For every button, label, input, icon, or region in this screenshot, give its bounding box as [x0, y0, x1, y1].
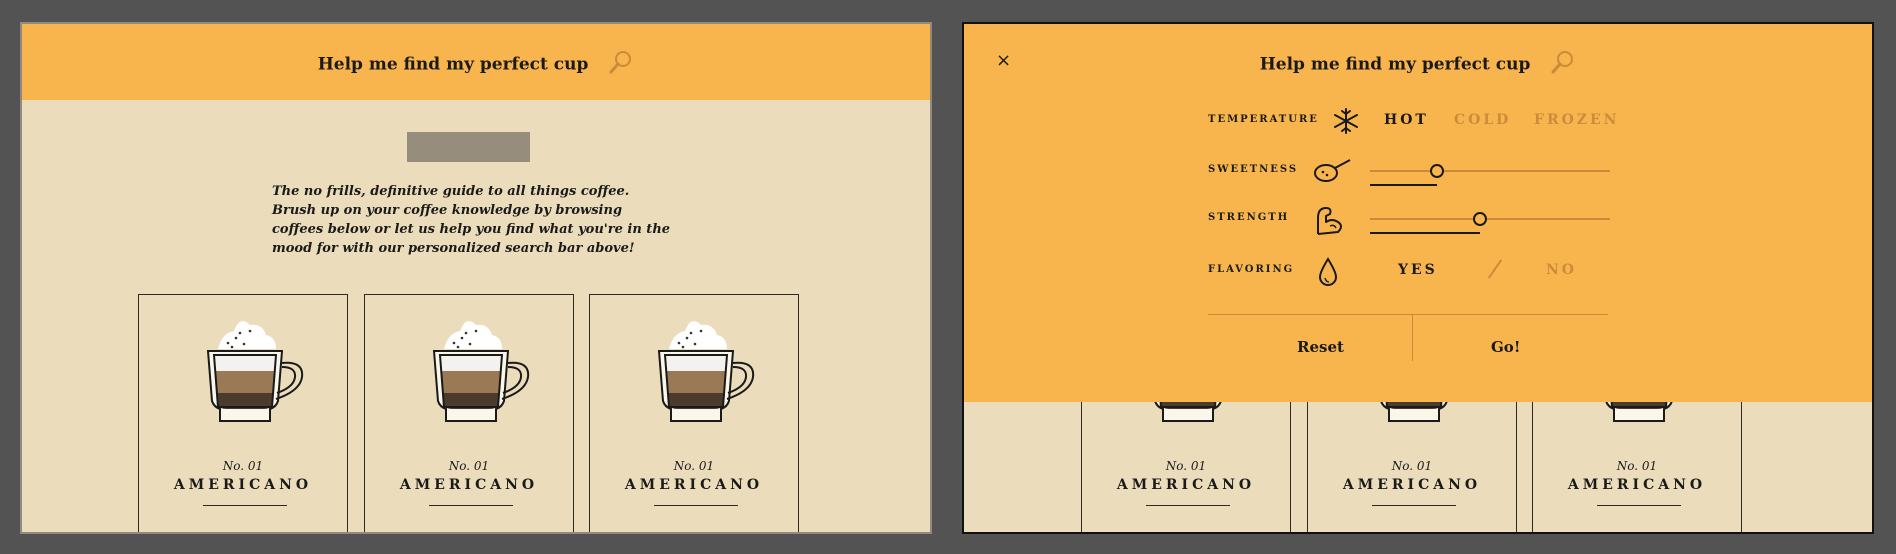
temperature-option-cold[interactable]: COLD: [1454, 112, 1511, 128]
flavoring-filter: FLAVORING YES NO: [1208, 256, 1628, 286]
sweetness-label: SWEETNESS: [1208, 164, 1299, 175]
card-name: AMERICANO: [173, 477, 313, 493]
header-title-text: Help me find my perfect cup: [317, 54, 589, 75]
card-number: No. 01: [1391, 459, 1433, 473]
card-divider: [203, 505, 287, 506]
flavoring-option-no[interactable]: NO: [1546, 262, 1577, 278]
strength-label: STRENGTH: [1208, 212, 1290, 223]
card-number: No. 01: [673, 459, 715, 473]
temperature-label: TEMPERATURE: [1208, 114, 1319, 125]
home-screen: Help me find my perfect cup The no frill…: [20, 22, 932, 534]
search-icon[interactable]: [608, 49, 634, 75]
coffee-card[interactable]: No. 01 AMERICANO: [589, 294, 799, 532]
search-filter-panel: × Help me find my perfect cup TEMPERATUR…: [964, 24, 1872, 402]
reset-button[interactable]: Reset: [1297, 338, 1344, 356]
card-divider: [1372, 505, 1456, 506]
flexed-arm-icon: [1317, 207, 1342, 235]
sweetness-slider[interactable]: [1370, 164, 1610, 186]
filter-screen: No. 01 AMERICANO No. 01 AMERICANO No. 01…: [962, 22, 1874, 534]
flavoring-option-yes[interactable]: YES: [1398, 262, 1438, 278]
snowflake-icon: [1334, 108, 1358, 134]
sweetness-slider-handle[interactable]: [1430, 164, 1444, 178]
button-divider: [1412, 314, 1413, 361]
sweetness-filter: SWEETNESS: [1208, 156, 1628, 186]
sweetness-slider-fill: [1370, 184, 1437, 186]
strength-slider-fill: [1370, 232, 1480, 234]
card-name: AMERICANO: [1342, 477, 1482, 493]
card-divider: [654, 505, 738, 506]
search-header-title: Help me find my perfect cup: [964, 49, 1872, 78]
card-name: AMERICANO: [399, 477, 539, 493]
card-name: AMERICANO: [624, 477, 764, 493]
panel-divider: [1208, 314, 1608, 315]
temperature-filter: TEMPERATURE HOT COLD FROZEN: [1208, 106, 1628, 136]
spoon-icon: [1314, 159, 1351, 182]
card-name: AMERICANO: [1116, 477, 1256, 493]
search-header-title[interactable]: Help me find my perfect cup: [22, 49, 930, 78]
card-divider: [429, 505, 513, 506]
strength-slider[interactable]: [1370, 212, 1610, 234]
card-number: No. 01: [1616, 459, 1658, 473]
drop-icon: [1318, 257, 1338, 286]
search-icon[interactable]: [1550, 49, 1576, 75]
strength-slider-handle[interactable]: [1473, 212, 1487, 226]
flavoring-label: FLAVORING: [1208, 264, 1295, 275]
card-number: No. 01: [448, 459, 490, 473]
card-name: AMERICANO: [1567, 477, 1707, 493]
temperature-option-frozen[interactable]: FROZEN: [1534, 112, 1619, 128]
card-divider: [1146, 505, 1230, 506]
coffee-card[interactable]: No. 01 AMERICANO: [138, 294, 348, 532]
hero-image-placeholder: [407, 132, 530, 162]
americano-cup-icon: [432, 321, 530, 422]
temperature-option-hot[interactable]: HOT: [1384, 112, 1429, 128]
intro-text: The no frills, definitive guide to all t…: [272, 184, 671, 256]
americano-cup-icon: [657, 321, 755, 422]
card-divider: [1597, 505, 1681, 506]
card-number: No. 01: [1165, 459, 1207, 473]
search-header[interactable]: Help me find my perfect cup: [22, 24, 930, 100]
option-divider: [1487, 259, 1503, 279]
coffee-card[interactable]: No. 01 AMERICANO: [364, 294, 574, 532]
card-number: No. 01: [222, 459, 264, 473]
go-button[interactable]: Go!: [1491, 338, 1520, 356]
header-title-text: Help me find my perfect cup: [1259, 54, 1531, 75]
americano-cup-icon: [206, 321, 304, 422]
strength-filter: STRENGTH: [1208, 204, 1628, 235]
